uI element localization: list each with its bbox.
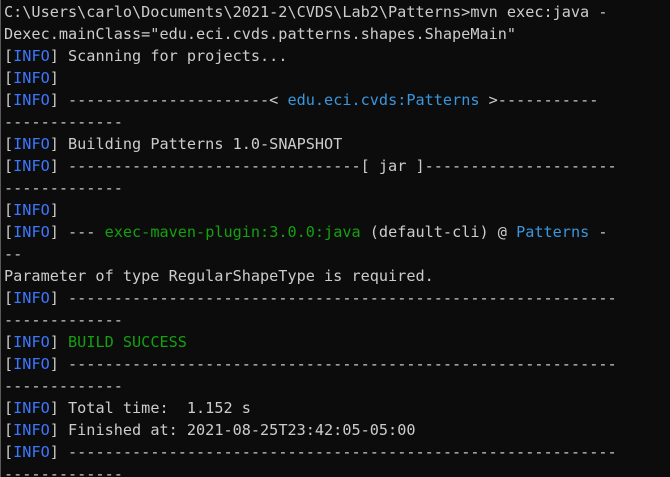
info-tag: INFO (13, 355, 50, 373)
terminal-text: ] (49, 201, 59, 219)
terminal-text: -- (4, 245, 23, 263)
terminal-text: [ (4, 91, 14, 109)
info-tag: INFO (13, 289, 50, 307)
terminal-text: [ (4, 157, 14, 175)
terminal-line: ------------- (4, 309, 670, 331)
terminal-text: BUILD SUCCESS (68, 333, 187, 351)
terminal-text: [ (4, 47, 14, 65)
terminal-text: edu.eci.cvds:Patterns (287, 91, 480, 109)
terminal-text: ] Building Patterns 1.0-SNAPSHOT (49, 135, 343, 153)
terminal-text: >----------- (479, 91, 599, 109)
terminal-text: ------------- (4, 465, 123, 477)
terminal-text: ------------- (4, 377, 123, 395)
terminal-text: Patterns (516, 223, 590, 241)
terminal-text: ] ----------------------< (49, 91, 288, 109)
info-tag: INFO (13, 135, 50, 153)
info-tag: INFO (13, 201, 50, 219)
terminal-text: Dexec.mainClass="edu.eci.cvds.patterns.s… (4, 25, 517, 43)
terminal-line: Dexec.mainClass="edu.eci.cvds.patterns.s… (4, 23, 670, 45)
terminal-text: [ (4, 399, 14, 417)
terminal-window[interactable]: C:\Users\carlo\Documents\2021-2\CVDS\Lab… (0, 0, 670, 477)
terminal-line: [INFO] --------------------------------[… (4, 155, 670, 177)
terminal-line: ------------- (4, 463, 670, 477)
terminal-line: [INFO] (4, 199, 670, 221)
terminal-text: ------------- (4, 311, 123, 329)
terminal-output: C:\Users\carlo\Documents\2021-2\CVDS\Lab… (4, 1, 670, 477)
info-tag: INFO (13, 421, 50, 439)
terminal-line: [INFO] ---------------------------------… (4, 353, 670, 375)
terminal-text: ] --------------------------------------… (49, 355, 617, 373)
terminal-line: Parameter of type RegularShapeType is re… (4, 265, 670, 287)
terminal-text: ] Total time: 1.152 s (49, 399, 251, 417)
terminal-line: [INFO] Scanning for projects... (4, 45, 670, 67)
info-tag: INFO (13, 157, 50, 175)
terminal-text: ] --------------------------------------… (49, 443, 617, 461)
info-tag: INFO (13, 47, 50, 65)
terminal-line: [INFO] Building Patterns 1.0-SNAPSHOT (4, 133, 670, 155)
terminal-text: [ (4, 421, 14, 439)
info-tag: INFO (13, 443, 50, 461)
terminal-text: - (589, 223, 608, 241)
terminal-line: C:\Users\carlo\Documents\2021-2\CVDS\Lab… (4, 1, 670, 23)
terminal-line: [INFO] ---------------------------------… (4, 441, 670, 463)
terminal-text: exec-maven-plugin:3.0.0:java (104, 223, 361, 241)
terminal-line: [INFO] --- exec-maven-plugin:3.0.0:java … (4, 221, 670, 243)
terminal-text: Parameter of type RegularShapeType is re… (4, 267, 434, 285)
terminal-line: ------------- (4, 177, 670, 199)
terminal-text: [ (4, 223, 14, 241)
terminal-line: [INFO] ----------------------< edu.eci.c… (4, 89, 670, 111)
terminal-text: ] --------------------------------[ jar … (49, 157, 617, 175)
terminal-line: [INFO] (4, 67, 670, 89)
terminal-text: [ (4, 333, 14, 351)
terminal-text: C:\Users\carlo\Documents\2021-2\CVDS\Lab… (4, 3, 608, 21)
terminal-text: (default-cli) @ (360, 223, 517, 241)
info-tag: INFO (13, 91, 50, 109)
terminal-text: [ (4, 69, 14, 87)
terminal-text: ] Finished at: 2021-08-25T23:42:05-05:00 (49, 421, 416, 439)
terminal-text: [ (4, 355, 14, 373)
terminal-line: ------------- (4, 375, 670, 397)
terminal-line: [INFO] Total time: 1.152 s (4, 397, 670, 419)
terminal-text: [ (4, 201, 14, 219)
terminal-text: ] (49, 333, 69, 351)
terminal-line: ------------- (4, 111, 670, 133)
info-tag: INFO (13, 69, 50, 87)
terminal-text: ------------- (4, 179, 123, 197)
terminal-line: [INFO] ---------------------------------… (4, 287, 670, 309)
terminal-text: ] --- (49, 223, 105, 241)
terminal-text: ] Scanning for projects... (49, 47, 288, 65)
terminal-text: ------------- (4, 113, 123, 131)
terminal-text: [ (4, 135, 14, 153)
terminal-line: -- (4, 243, 670, 265)
terminal-line: [INFO] BUILD SUCCESS (4, 331, 670, 353)
terminal-text: ] (49, 69, 59, 87)
info-tag: INFO (13, 399, 50, 417)
terminal-text: [ (4, 443, 14, 461)
terminal-line: [INFO] Finished at: 2021-08-25T23:42:05-… (4, 419, 670, 441)
info-tag: INFO (13, 333, 50, 351)
terminal-text: [ (4, 289, 14, 307)
info-tag: INFO (13, 223, 50, 241)
terminal-text: ] --------------------------------------… (49, 289, 617, 307)
